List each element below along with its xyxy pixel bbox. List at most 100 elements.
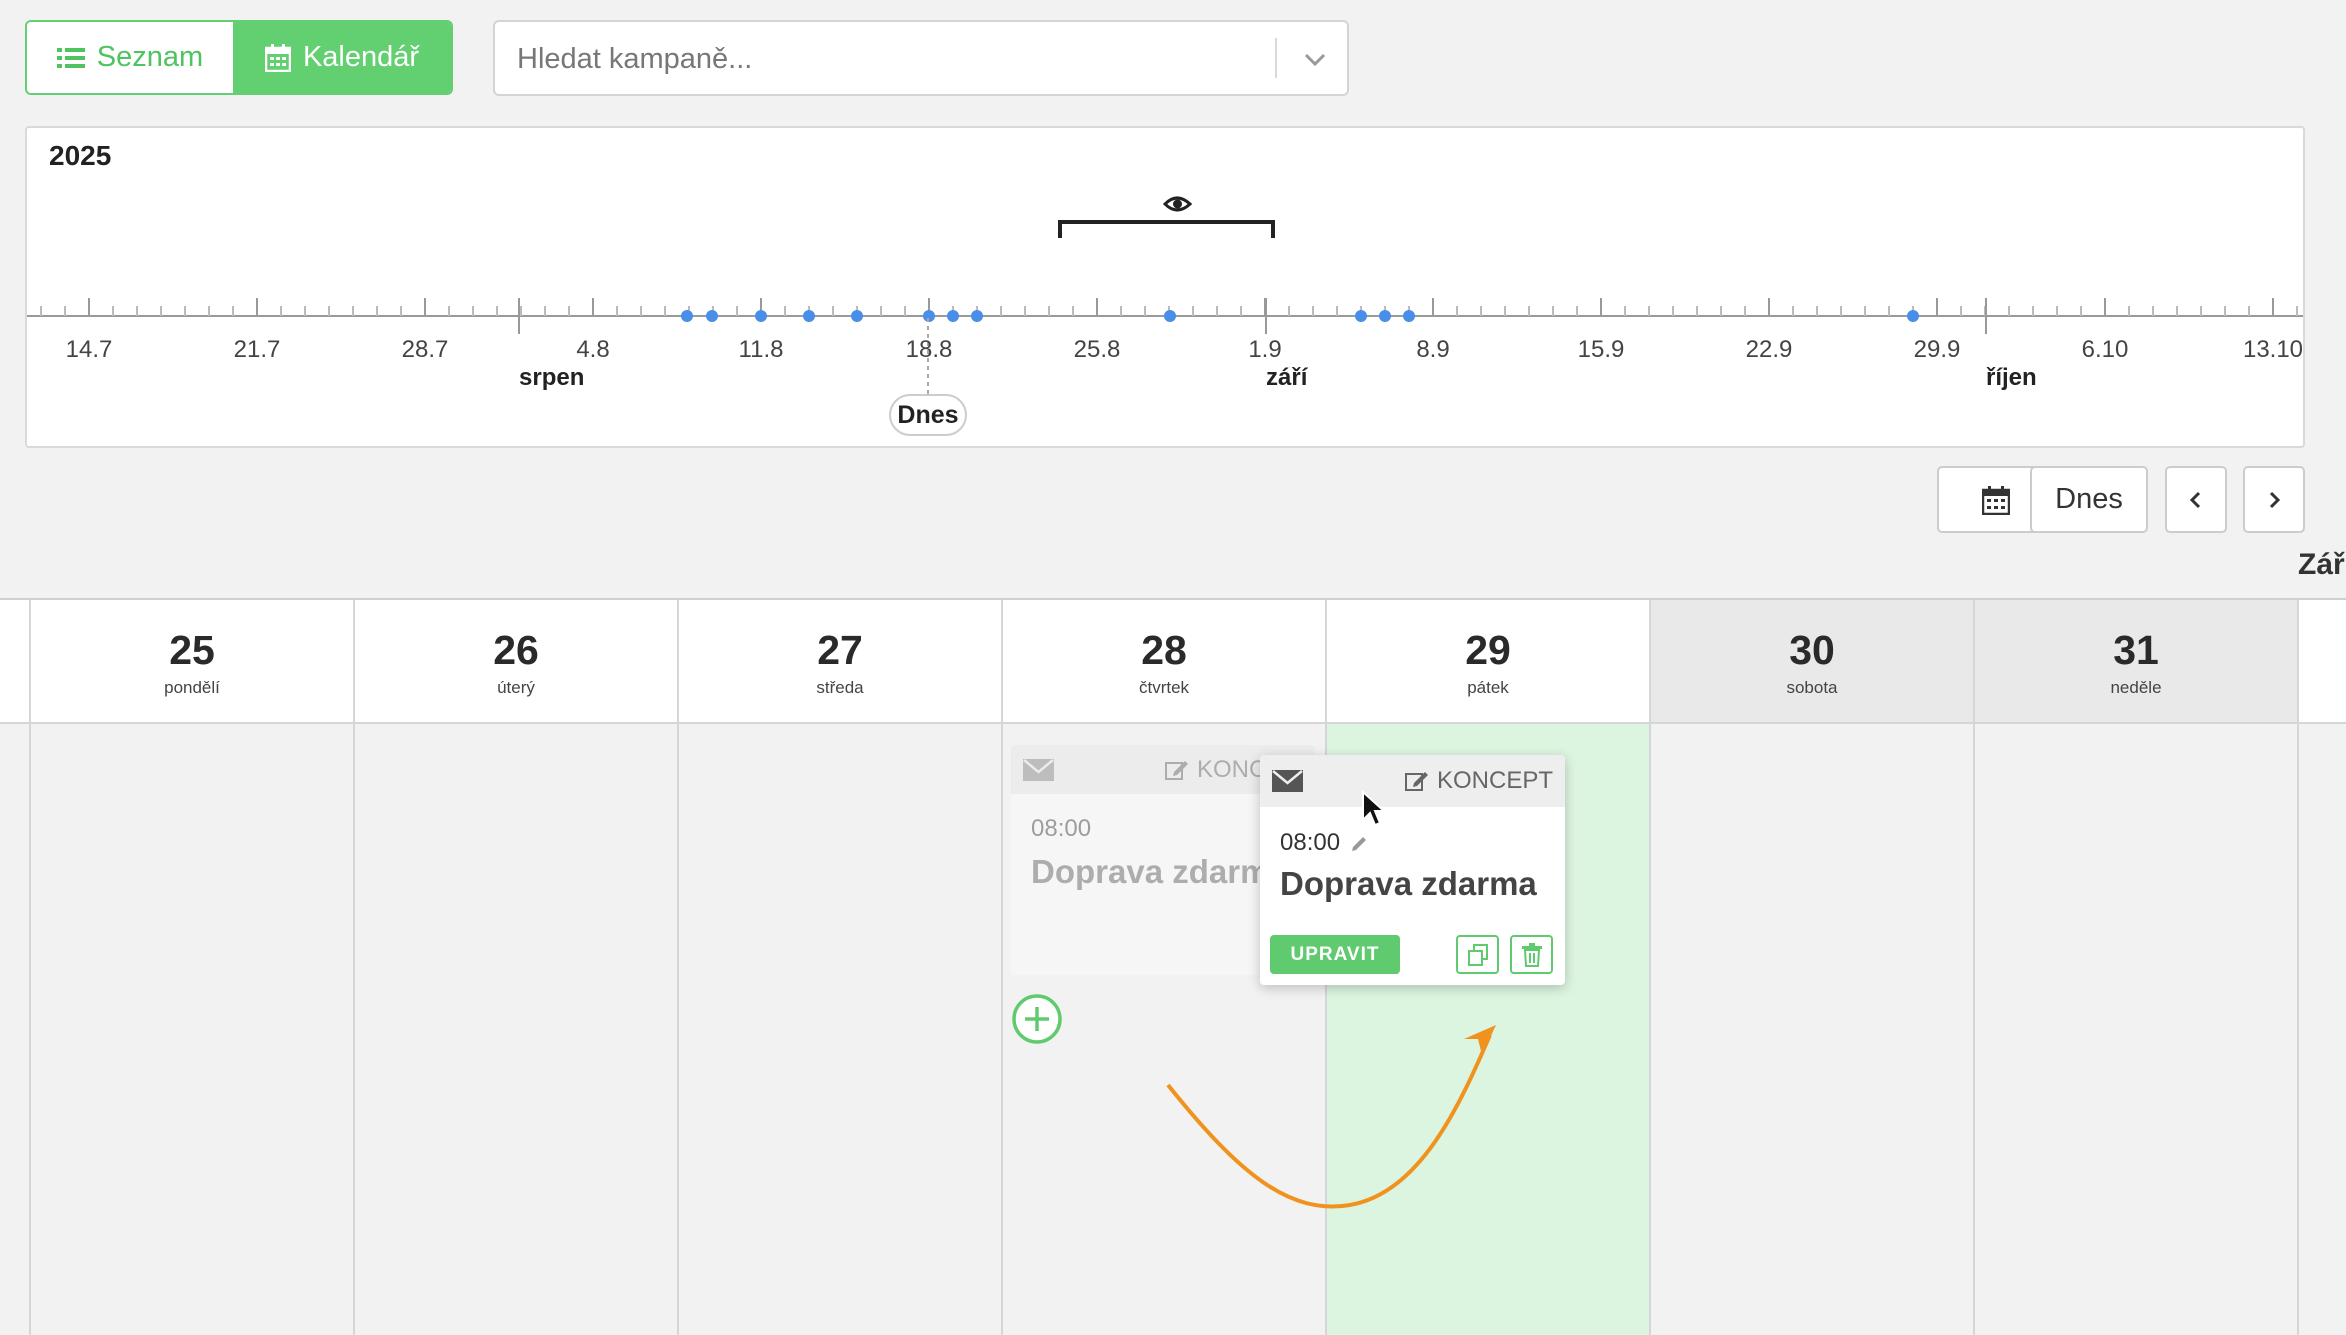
eye-icon	[1162, 196, 1193, 212]
month-label: Zář	[2298, 548, 2345, 581]
day-name: čtvrtek	[1138, 678, 1190, 697]
card-time: 08:00	[1280, 829, 1341, 856]
prev-button[interactable]	[2165, 466, 2227, 533]
day-column[interactable]	[1975, 724, 2299, 1335]
pencil-icon[interactable]	[1350, 833, 1370, 853]
day-name: úterý	[497, 678, 535, 697]
timeline-tick-label: 4.8	[576, 336, 610, 363]
chevron-right-icon	[2269, 491, 2281, 508]
timeline-campaign-dot	[1907, 310, 1919, 322]
timeline-axis[interactable]	[27, 128, 2303, 446]
add-campaign-button[interactable]	[1011, 993, 1063, 1045]
campaign-search	[493, 20, 1349, 96]
card-name: Doprava zdarma	[1031, 853, 1288, 890]
search-input[interactable]	[515, 22, 1249, 96]
day-number: 26	[493, 627, 539, 673]
card-status: KONC	[1165, 745, 1266, 794]
list-view-button[interactable]: Seznam	[27, 22, 233, 93]
timeline-month-label: srpen	[519, 364, 585, 391]
plus-circle-icon	[1012, 994, 1062, 1044]
card-header: KONCEPT	[1260, 755, 1565, 807]
timeline-tick-label: 11.8	[738, 336, 784, 363]
next-day-edge	[2299, 600, 2346, 724]
campaign-card[interactable]: KONCEPT 08:00 Doprava zdarma UPRAVIT	[1260, 755, 1565, 985]
timeline-tick-label: 28.7	[401, 336, 449, 363]
timeline-campaign-dot	[803, 310, 815, 322]
timeline-tick-label: 6.10	[2081, 336, 2129, 363]
timeline-tick-label: 13.10	[2242, 336, 2304, 363]
prev-day-edge-column	[0, 724, 31, 1335]
day-name: pondělí	[164, 678, 220, 697]
mouse-cursor-icon	[1362, 790, 1387, 827]
timeline-campaign-dot	[1164, 310, 1176, 322]
next-button[interactable]	[2243, 466, 2305, 533]
list-icon	[56, 47, 85, 68]
timeline-tick-label: 21.7	[233, 336, 281, 363]
calendar-view-label: Kalendář	[302, 41, 420, 73]
timeline-tick-label: 22.9	[1745, 336, 1793, 363]
card-status-label: KONC	[1197, 755, 1267, 783]
day-column[interactable]	[1651, 724, 1975, 1335]
day-name: neděle	[2110, 678, 2162, 697]
timeline-tick-label: 14.7	[65, 336, 113, 363]
timeline-campaign-dot	[755, 310, 767, 322]
card-name: Doprava zdarma	[1280, 865, 1537, 902]
day-name: sobota	[1786, 678, 1838, 697]
timeline-month-label: září	[1266, 364, 1308, 391]
chevron-down-icon[interactable]	[1293, 40, 1337, 80]
edit-button[interactable]: UPRAVIT	[1270, 935, 1400, 974]
day-name: středa	[816, 678, 864, 697]
day-number: 31	[2113, 627, 2159, 673]
calendar-icon	[264, 43, 291, 72]
day-column[interactable]	[31, 724, 355, 1335]
day-column[interactable]	[679, 724, 1003, 1335]
day-number: 30	[1789, 627, 1835, 673]
card-status-label: KONCEPT	[1436, 767, 1553, 794]
view-toggle: Seznam Kalendář	[25, 20, 453, 95]
copy-icon	[1467, 943, 1488, 966]
timeline-campaign-dot	[681, 310, 693, 322]
envelope-icon	[1023, 759, 1054, 781]
day-number: 25	[169, 627, 215, 673]
card-status: KONCEPT	[1404, 755, 1553, 807]
calendar-icon	[1982, 485, 2010, 515]
card-time-row: 08:00	[1280, 829, 1370, 857]
timeline-campaign-dot	[851, 310, 863, 322]
timeline-campaign-dot	[947, 310, 959, 322]
day-header: 30 sobota	[1651, 600, 1975, 724]
card-time: 08:00	[1031, 815, 1092, 842]
day-header: 27 středa	[679, 600, 1003, 724]
timeline-tick-label: 15.9	[1577, 336, 1625, 363]
day-header: 28 čtvrtek	[1003, 600, 1327, 724]
drag-arrow-icon	[1166, 1025, 1496, 1209]
day-header: 29 pátek	[1327, 600, 1651, 724]
timeline-tick-label: 8.9	[1416, 336, 1450, 363]
timeline-panel: 2025 14.7 21.7 28.7 4.8 11.8 18.8 25.8 1.9 8.9 15…	[25, 126, 2305, 448]
list-view-label: Seznam	[96, 41, 204, 73]
day-name: pátek	[1467, 678, 1509, 697]
delete-button[interactable]	[1510, 935, 1553, 974]
day-header: 31 neděle	[1975, 600, 2299, 724]
trash-icon	[1521, 942, 1542, 967]
timeline-month-label: říjen	[1986, 364, 2037, 391]
duplicate-button[interactable]	[1456, 935, 1499, 974]
day-number: 29	[1465, 627, 1511, 673]
timeline-campaign-dot	[971, 310, 983, 322]
day-header: 26 úterý	[355, 600, 679, 724]
today-button[interactable]: Dnes	[2030, 466, 2148, 533]
timeline-tick-label: 29.9	[1913, 336, 1961, 363]
timeline-tick-label: 18.8	[905, 336, 953, 363]
timeline-tick-label: 1.9	[1248, 336, 1282, 363]
day-header: 25 pondělí	[31, 600, 355, 724]
today-marker-pill[interactable]: Dnes	[889, 394, 967, 436]
day-number: 27	[817, 627, 863, 673]
day-column[interactable]	[355, 724, 679, 1335]
day-number: 28	[1141, 627, 1187, 673]
calendar-view-button[interactable]: Kalendář	[233, 22, 451, 93]
timeline-campaign-dot	[706, 310, 718, 322]
timeline-campaign-dot	[1379, 310, 1391, 322]
prev-day-edge	[0, 600, 31, 724]
timeline-tick-label: 25.8	[1073, 336, 1121, 363]
chevron-left-icon	[2189, 491, 2201, 508]
timeline-campaign-dot	[1355, 310, 1367, 322]
